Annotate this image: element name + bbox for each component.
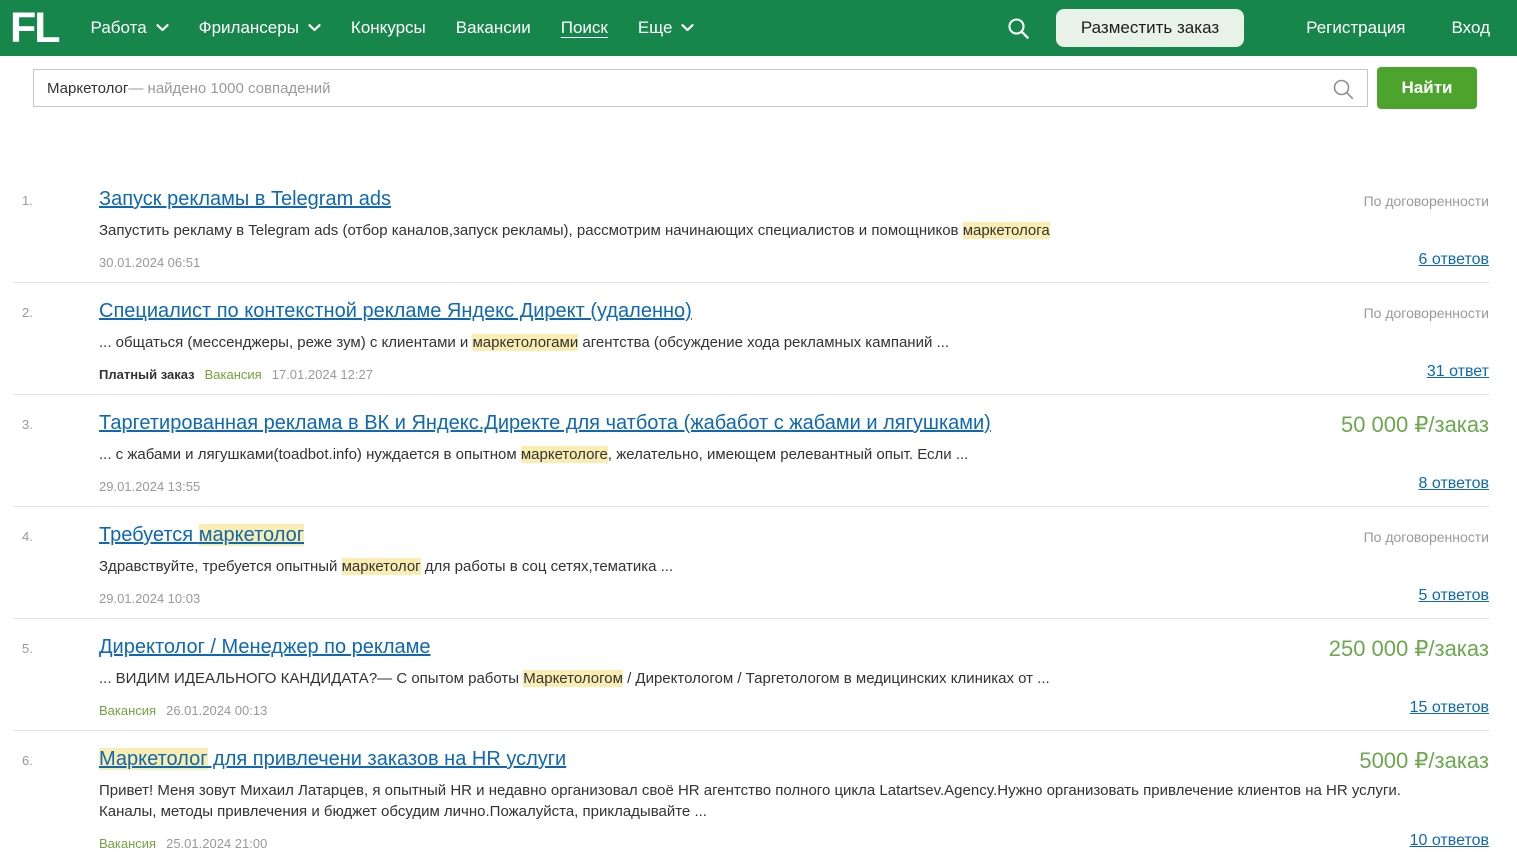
job-responses-link[interactable]: 15 ответов xyxy=(1410,699,1489,717)
fl-logo[interactable]: FL xyxy=(0,2,75,54)
job-price: По договоренности xyxy=(1364,193,1489,209)
job-responses-link[interactable]: 5 ответов xyxy=(1419,587,1489,605)
job-responses-link[interactable]: 10 ответов xyxy=(1410,832,1489,850)
job-meta: Вакансия25.01.2024 21:00 xyxy=(99,836,1489,851)
main-nav: Работа Фрилансеры Конкурсы Вакансии Поис… xyxy=(91,18,695,38)
search-query-text: Маркетолог xyxy=(47,80,128,97)
job-responses-link[interactable]: 31 ответ xyxy=(1427,363,1489,381)
nav-item-vacancies[interactable]: Вакансии xyxy=(456,18,531,38)
chevron-down-icon xyxy=(681,24,694,32)
job-meta: 30.01.2024 06:51 xyxy=(99,255,1489,270)
search-icon[interactable] xyxy=(1007,17,1030,40)
search-bar-row: Маркетолог — найдено 1000 совпадений Най… xyxy=(0,56,1517,120)
job-meta: 29.01.2024 10:03 xyxy=(99,591,1489,606)
job-row: 1. Запуск рекламы в Telegram ads Запусти… xyxy=(14,171,1489,283)
job-description: ... ВИДИМ ИДЕАЛЬНОГО КАНДИДАТА?— С опыто… xyxy=(99,668,1449,689)
job-title-link[interactable]: Таргетированная реклама в ВК и Яндекс.Ди… xyxy=(99,412,991,435)
job-description: ... с жабами и лягушками(toadbot.info) н… xyxy=(99,444,1449,465)
job-description: Привет! Меня зовут Михаил Латарцев, я оп… xyxy=(99,780,1449,822)
job-row: 4. Требуется маркетолог Здравствуйте, тр… xyxy=(14,507,1489,619)
nav-item-freelancers-label: Фрилансеры xyxy=(199,18,299,38)
job-row: 5. Директолог / Менеджер по рекламе ... … xyxy=(14,619,1489,731)
job-meta: 29.01.2024 13:55 xyxy=(99,479,1489,494)
search-result-summary: — найдено 1000 совпадений xyxy=(128,80,330,97)
job-price: 50 000 ₽/заказ xyxy=(1341,412,1489,438)
job-meta: Вакансия26.01.2024 00:13 xyxy=(99,703,1489,718)
nav-item-contests[interactable]: Конкурсы xyxy=(351,18,426,38)
job-list: 1. Запуск рекламы в Telegram ads Запусти… xyxy=(14,171,1489,856)
nav-item-contests-label: Конкурсы xyxy=(351,18,426,38)
job-number: 2. xyxy=(22,305,33,320)
job-responses-link[interactable]: 8 ответов xyxy=(1419,475,1489,493)
chevron-down-icon xyxy=(308,24,321,32)
job-number: 5. xyxy=(22,641,33,656)
nav-item-search[interactable]: Поиск xyxy=(561,18,608,38)
job-price: 5000 ₽/заказ xyxy=(1359,748,1489,774)
registration-link[interactable]: Регистрация xyxy=(1306,18,1405,38)
job-number: 1. xyxy=(22,193,33,208)
job-title-link[interactable]: Маркетолог для привлечени заказов на HR … xyxy=(99,748,566,771)
job-row: 3. Таргетированная реклама в ВК и Яндекс… xyxy=(14,395,1489,507)
job-number: 3. xyxy=(22,417,33,432)
job-responses-link[interactable]: 6 ответов xyxy=(1419,251,1489,269)
job-price: По договоренности xyxy=(1364,305,1489,321)
top-header: FL Работа Фрилансеры Конкурсы Вакансии П… xyxy=(0,0,1517,56)
nav-item-freelancers[interactable]: Фрилансеры xyxy=(199,18,321,38)
search-input[interactable]: Маркетолог — найдено 1000 совпадений xyxy=(33,69,1368,107)
job-price: По договоренности xyxy=(1364,529,1489,545)
nav-item-search-label: Поиск xyxy=(561,18,608,38)
post-order-button[interactable]: Разместить заказ xyxy=(1056,9,1244,47)
nav-item-work[interactable]: Работа xyxy=(91,18,169,38)
nav-item-more[interactable]: Еще xyxy=(638,18,695,38)
job-number: 4. xyxy=(22,529,33,544)
job-price: 250 000 ₽/заказ xyxy=(1329,636,1489,662)
job-row: 6. Маркетолог для привлечени заказов на … xyxy=(14,731,1489,856)
job-description: Здравствуйте, требуется опытный маркетол… xyxy=(99,556,1449,577)
job-number: 6. xyxy=(22,753,33,768)
header-right-group: Разместить заказ Регистрация Вход xyxy=(1007,9,1490,47)
job-row: 2. Специалист по контекстной рекламе Янд… xyxy=(14,283,1489,395)
chevron-down-icon xyxy=(156,24,169,32)
nav-item-vacancies-label: Вакансии xyxy=(456,18,531,38)
job-title-link[interactable]: Специалист по контекстной рекламе Яндекс… xyxy=(99,300,692,323)
job-description: ... общаться (мессенджеры, реже зум) с к… xyxy=(99,332,1449,353)
find-button[interactable]: Найти xyxy=(1377,67,1477,109)
job-title-link[interactable]: Директолог / Менеджер по рекламе xyxy=(99,636,431,659)
login-link[interactable]: Вход xyxy=(1452,18,1490,38)
job-meta: Платный заказВакансия17.01.2024 12:27 xyxy=(99,367,1489,382)
job-title-link[interactable]: Запуск рекламы в Telegram ads xyxy=(99,188,391,211)
job-title-link[interactable]: Требуется маркетолог xyxy=(99,524,304,547)
nav-item-work-label: Работа xyxy=(91,18,147,38)
nav-item-more-label: Еще xyxy=(638,18,673,38)
job-description: Запустить рекламу в Telegram ads (отбор … xyxy=(99,220,1449,241)
search-icon xyxy=(1332,78,1355,105)
